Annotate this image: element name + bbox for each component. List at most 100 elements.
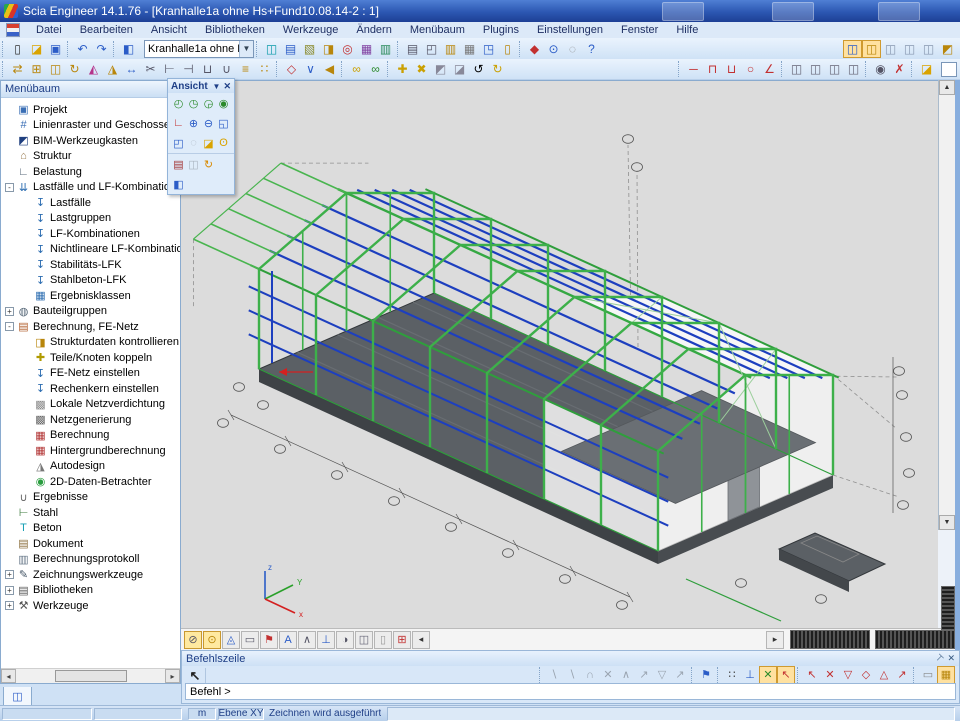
grid-snap-icon[interactable]: ∷ [723,666,741,684]
mini-edit-field[interactable] [941,62,957,77]
measure-icon[interactable]: ▭ [919,666,937,684]
tree-item-bibliotheken[interactable]: +▤Bibliotheken [1,583,180,599]
snap-ext-icon[interactable]: ↗ [671,666,689,684]
open-icon[interactable]: ◪ [27,40,46,58]
mesh-refine-icon[interactable]: ⊞ [393,631,411,649]
snap-midpoint-icon[interactable]: ▽ [839,666,857,684]
expand-toggle-icon[interactable]: + [5,307,14,316]
project-window-icon[interactable]: ◧ [119,40,138,58]
save-view-icon[interactable]: ◫ [186,156,201,172]
tree-item-lf-kombinationen[interactable]: ↧LF-Kombinationen [1,226,180,242]
menu-bibliotheken[interactable]: Bibliotheken [196,24,274,36]
fillet-icon[interactable]: ∪ [217,60,236,78]
command-input[interactable]: Befehl > [185,683,956,700]
view-axo-icon[interactable]: ◉ [216,95,231,111]
tree-item-belastung[interactable]: ∟Belastung [1,164,180,180]
polyline-edit-icon[interactable]: ◇ [282,60,301,78]
menu-plugins[interactable]: Plugins [474,24,528,36]
tree-item-lastfälle[interactable]: ↧Lastfälle [1,195,180,211]
tree-item-linienraster-und-geschosse[interactable]: #Linienraster und Geschosse [1,118,180,134]
join-icon[interactable]: ⊔ [198,60,217,78]
project-combobox[interactable]: Kranhalle1a ohne H: ▼ [144,40,254,58]
tree-item-berechnung[interactable]: ▦Berechnung [1,428,180,444]
expand-toggle-icon[interactable]: + [5,586,14,595]
show-ucs-icon[interactable]: ⊥ [317,631,335,649]
new-icon[interactable]: ▯ [8,40,27,58]
expand-toggle-icon[interactable]: + [5,601,14,610]
draw-bracket-icon[interactable]: ⊔ [722,60,741,78]
undo-icon[interactable]: ↶ [73,40,92,58]
tree-item-bauteilgruppen[interactable]: +◍Bauteilgruppen [1,304,180,320]
horizontal-scrollbar[interactable]: ◂ ▸ [1,668,180,683]
search-model-icon[interactable]: ⊙ [544,40,563,58]
move-icon[interactable]: ⇄ [8,60,27,78]
export-icon[interactable]: ◳ [479,40,498,58]
tree-item-fe-netz-einstellen[interactable]: ↧FE-Netz einstellen [1,366,180,382]
drawing-window-3-icon[interactable]: ◫ [825,60,844,78]
tree-item-berechnung-fe-netz[interactable]: -▤Berechnung, FE-Netz [1,319,180,335]
calc-icon[interactable]: ▦ [937,666,955,684]
snap-end-icon[interactable]: ∖ [563,666,581,684]
menu-einstellungen[interactable]: Einstellungen [528,24,612,36]
tree-item-zeichnungswerkzeuge[interactable]: +✎Zeichnungswerkzeuge [1,567,180,583]
light-icon[interactable]: ʘ [216,135,231,151]
activity-center-icon[interactable]: ◎ [338,40,357,58]
show-windows-icon[interactable]: ◫ [355,631,373,649]
snap-tangent-icon[interactable]: △ [875,666,893,684]
palette-header[interactable]: Ansicht ▼ ✕ [168,79,234,93]
view-3d-icon[interactable]: ◧ [171,176,186,192]
tree-item-projekt[interactable]: ▣Projekt [1,102,180,118]
snap-endpoint-icon[interactable]: ✕ [821,666,839,684]
multicopy-icon[interactable]: ◫ [46,60,65,78]
chevron-down-icon[interactable]: ▼ [213,82,221,91]
tree-item-berechnungsprotokoll[interactable]: ▥Berechnungsprotokoll [1,552,180,568]
menu-bearbeiten[interactable]: Bearbeiten [71,24,142,36]
scroll-down-icon[interactable]: ▼ [939,515,955,530]
snap-arc-icon[interactable]: ∩ [581,666,599,684]
chart-window-icon[interactable]: ▦ [357,40,376,58]
redo-icon[interactable]: ↷ [92,40,111,58]
toolbar-scroll-left-icon[interactable]: ◂ [412,631,430,649]
tree-item-teile-knoten-koppeln[interactable]: ✚Teile/Knoten koppeln [1,350,180,366]
close-icon[interactable]: ✕ [223,81,231,92]
stretch-icon[interactable]: ↔ [122,60,141,78]
tree-item-ergebnisse[interactable]: ∪Ergebnisse [1,490,180,506]
collapse-toggle-icon[interactable]: - [5,322,14,331]
copy-attributes-icon[interactable]: ◫ [262,40,281,58]
view-y-icon[interactable]: ◷ [186,95,201,111]
viewport-1-icon[interactable]: ◫ [843,40,862,58]
scroll-left-icon[interactable]: ◂ [1,669,16,683]
menu-ansicht[interactable]: Ansicht [142,24,196,36]
zoom-in-icon[interactable]: ⊕ [186,115,201,131]
shading-off-icon[interactable]: ⊘ [184,631,202,649]
tree-item-hintergrundberechnung[interactable]: ▦Hintergrundberechnung [1,443,180,459]
scroll-track[interactable] [16,670,165,682]
zoom-all-icon[interactable]: ◰ [171,135,186,151]
draw-angle-icon[interactable]: ∠ [760,60,779,78]
tree-item-strukturdaten-kontrollieren[interactable]: ◨Strukturdaten kontrollieren [1,335,180,351]
view-z-icon[interactable]: ◶ [201,95,216,111]
show-text-icon[interactable]: A [279,631,297,649]
tree-item-lastfälle-und-lf-kombinationen[interactable]: -⇊Lastfälle und LF-Kombinationen [1,180,180,196]
gallery-icon[interactable]: ▥ [441,40,460,58]
open-gallery-icon[interactable]: ◪ [917,60,936,78]
clipboard-icon[interactable]: ◨ [319,40,338,58]
show-grid-icon[interactable]: ▯ [374,631,392,649]
break-icon[interactable]: ⊣ [179,60,198,78]
tree-item-stahl[interactable]: ⊢Stahl [1,505,180,521]
viewport-5-icon[interactable]: ◫ [919,40,938,58]
info-icon[interactable]: ? [582,40,601,58]
hscroll-right-icon[interactable]: ▸ [766,631,784,649]
viewport-4-icon[interactable]: ◫ [900,40,919,58]
connect-members-icon[interactable]: ✚ [393,60,412,78]
tree-item-2d-daten-betrachter[interactable]: ◉2D-Daten-Betrachter [1,474,180,490]
ucs-icon[interactable]: ∟ [171,115,186,131]
send-back-icon[interactable]: ◪ [450,60,469,78]
scroll-thumb[interactable] [55,670,127,682]
tree-item-dokument[interactable]: ▤Dokument [1,536,180,552]
viewport-2-icon[interactable]: ◫ [862,40,881,58]
table-window-icon[interactable]: ▥ [376,40,395,58]
docked-window-bar-3[interactable] [941,586,955,630]
tree-item-lastgruppen[interactable]: ↧Lastgruppen [1,211,180,227]
snap-peak-icon[interactable]: ∧ [617,666,635,684]
